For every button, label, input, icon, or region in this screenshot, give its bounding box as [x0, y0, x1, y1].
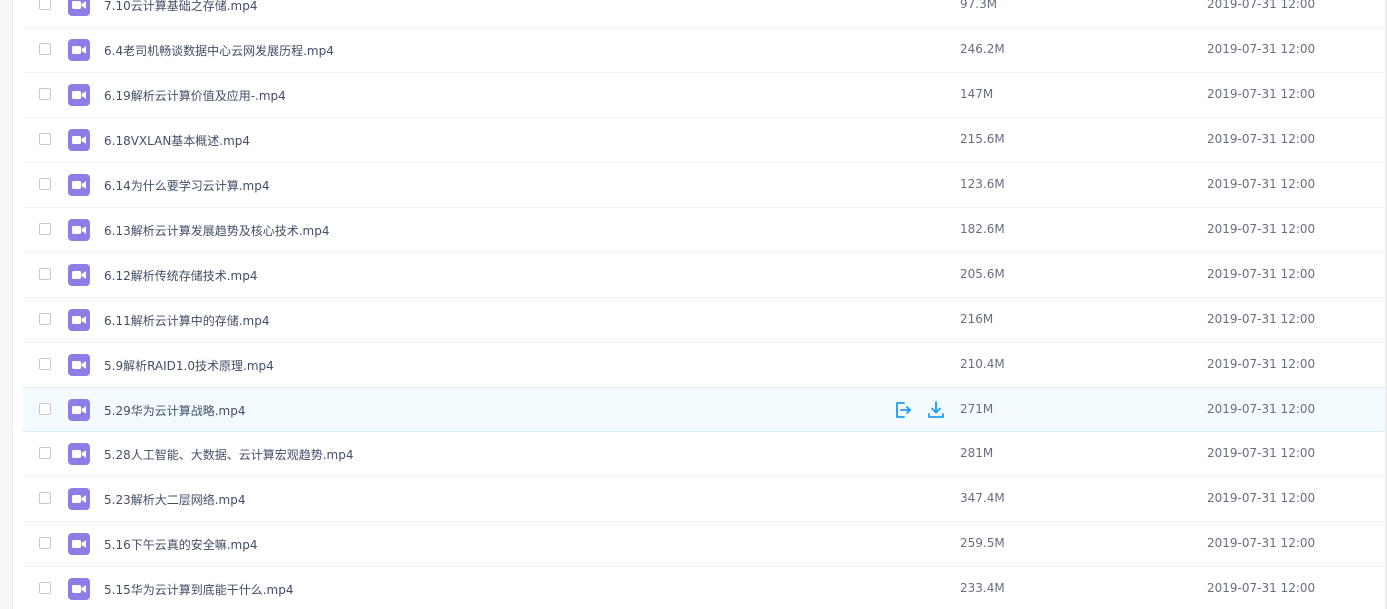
row-checkbox[interactable]	[39, 0, 51, 10]
file-name[interactable]: 5.15华为云计算到底能干什么.mp4	[104, 581, 293, 598]
file-row[interactable]: 6.13解析云计算发展趋势及核心技术.mp4 182.6M 2019-07-31 1…	[23, 208, 1387, 253]
file-size: 123.6M	[960, 177, 1005, 191]
file-date: 2019-07-31 12:00	[1207, 536, 1316, 550]
file-name[interactable]: 7.10云计算基础之存储.mp4	[104, 0, 257, 14]
video-file-icon	[68, 309, 90, 331]
file-size: 97.3M	[960, 0, 998, 11]
file-date: 2019-07-31 12:00	[1207, 0, 1316, 11]
sidebar-edge	[0, 0, 13, 609]
file-row[interactable]: 6.12解析传统存储技术.mp4 205.6M 2019-07-31 12:00	[23, 253, 1387, 298]
video-file-icon	[68, 399, 90, 421]
video-file-icon	[68, 533, 90, 555]
file-name[interactable]: 6.18VXLAN基本概述.mp4	[104, 132, 250, 149]
file-name[interactable]: 6.13解析云计算发展趋势及核心技术.mp4	[104, 222, 329, 239]
file-name[interactable]: 6.14为什么要学习云计算.mp4	[104, 177, 269, 194]
file-row[interactable]: 6.4老司机畅谈数据中心云网发展历程.mp4 246.2M 2019-07-31 1…	[23, 28, 1387, 73]
row-checkbox[interactable]	[39, 358, 51, 370]
row-actions	[893, 400, 949, 420]
video-file-icon	[68, 443, 90, 465]
file-row[interactable]: 6.19解析云计算价值及应用-.mp4 147M 2019-07-31 12:00	[23, 73, 1387, 118]
row-checkbox[interactable]	[39, 447, 51, 459]
file-date: 2019-07-31 12:00	[1207, 222, 1316, 236]
file-size: 347.4M	[960, 491, 1005, 505]
row-checkbox[interactable]	[39, 403, 51, 415]
file-date: 2019-07-31 12:00	[1207, 581, 1316, 595]
file-size: 210.4M	[960, 357, 1005, 371]
file-name[interactable]: 5.9解析RAID1.0技术原理.mp4	[104, 357, 274, 374]
file-size: 259.5M	[960, 536, 1005, 550]
file-name[interactable]: 6.12解析传统存储技术.mp4	[104, 267, 257, 284]
share-icon[interactable]	[893, 400, 913, 420]
file-size: 281M	[960, 446, 994, 460]
row-checkbox[interactable]	[39, 43, 51, 55]
file-row[interactable]: 5.16下午云真的安全嘛.mp4 259.5M 2019-07-31 12:00	[23, 522, 1387, 567]
row-checkbox[interactable]	[39, 223, 51, 235]
video-file-icon	[68, 578, 90, 600]
file-date: 2019-07-31 12:00	[1207, 446, 1316, 460]
file-browser-page: 7.10云计算基础之存储.mp4 97.3M 2019-07-31 12:00 6.4…	[0, 0, 1387, 609]
video-file-icon	[68, 84, 90, 106]
file-name[interactable]: 6.19解析云计算价值及应用-.mp4	[104, 87, 286, 104]
file-name[interactable]: 5.16下午云真的安全嘛.mp4	[104, 536, 257, 553]
file-name[interactable]: 6.4老司机畅谈数据中心云网发展历程.mp4	[104, 42, 334, 59]
file-date: 2019-07-31 12:00	[1207, 87, 1316, 101]
file-date: 2019-07-31 12:00	[1207, 132, 1316, 146]
video-file-icon	[68, 264, 90, 286]
file-date: 2019-07-31 12:00	[1207, 402, 1316, 416]
file-list: 7.10云计算基础之存储.mp4 97.3M 2019-07-31 12:00 6.4…	[23, 0, 1387, 609]
video-file-icon	[68, 174, 90, 196]
file-row[interactable]: 5.29华为云计算战略.mp4 271M 2019-07-31 12:00	[23, 387, 1387, 432]
file-date: 2019-07-31 12:00	[1207, 312, 1316, 326]
file-size: 271M	[960, 402, 994, 416]
row-checkbox[interactable]	[39, 88, 51, 100]
file-row[interactable]: 7.10云计算基础之存储.mp4 97.3M 2019-07-31 12:00	[23, 0, 1387, 28]
file-size: 216M	[960, 312, 994, 326]
file-name[interactable]: 5.28人工智能、大数据、云计算宏观趋势.mp4	[104, 446, 353, 463]
file-date: 2019-07-31 12:00	[1207, 491, 1316, 505]
file-row[interactable]: 5.9解析RAID1.0技术原理.mp4 210.4M 2019-07-31 12:…	[23, 343, 1387, 388]
download-icon[interactable]	[926, 400, 946, 420]
row-checkbox[interactable]	[39, 492, 51, 504]
file-size: 233.4M	[960, 581, 1005, 595]
file-row[interactable]: 5.28人工智能、大数据、云计算宏观趋势.mp4 281M 2019-07-31 1…	[23, 432, 1387, 477]
row-checkbox[interactable]	[39, 313, 51, 325]
file-date: 2019-07-31 12:00	[1207, 267, 1316, 281]
file-date: 2019-07-31 12:00	[1207, 357, 1316, 371]
file-row[interactable]: 6.11解析云计算中的存储.mp4 216M 2019-07-31 12:00	[23, 298, 1387, 343]
row-checkbox[interactable]	[39, 268, 51, 280]
file-name[interactable]: 6.11解析云计算中的存储.mp4	[104, 312, 269, 329]
file-row[interactable]: 6.14为什么要学习云计算.mp4 123.6M 2019-07-31 12:00	[23, 163, 1387, 208]
file-size: 182.6M	[960, 222, 1005, 236]
file-name[interactable]: 5.29华为云计算战略.mp4	[104, 402, 245, 419]
row-checkbox[interactable]	[39, 133, 51, 145]
row-checkbox[interactable]	[39, 537, 51, 549]
file-date: 2019-07-31 12:00	[1207, 177, 1316, 191]
file-size: 205.6M	[960, 267, 1005, 281]
video-file-icon	[68, 0, 90, 16]
video-file-icon	[68, 129, 90, 151]
video-file-icon	[68, 39, 90, 61]
video-file-icon	[68, 488, 90, 510]
row-checkbox[interactable]	[39, 178, 51, 190]
file-row[interactable]: 5.23解析大二层网络.mp4 347.4M 2019-07-31 12:00	[23, 477, 1387, 522]
file-size: 147M	[960, 87, 994, 101]
file-row[interactable]: 5.15华为云计算到底能干什么.mp4 233.4M 2019-07-31 12:0…	[23, 567, 1387, 609]
file-date: 2019-07-31 12:00	[1207, 42, 1316, 56]
video-file-icon	[68, 354, 90, 376]
file-row[interactable]: 6.18VXLAN基本概述.mp4 215.6M 2019-07-31 12:00	[23, 118, 1387, 163]
row-checkbox[interactable]	[39, 582, 51, 594]
file-name[interactable]: 5.23解析大二层网络.mp4	[104, 491, 245, 508]
file-size: 246.2M	[960, 42, 1005, 56]
video-file-icon	[68, 219, 90, 241]
file-size: 215.6M	[960, 132, 1005, 146]
